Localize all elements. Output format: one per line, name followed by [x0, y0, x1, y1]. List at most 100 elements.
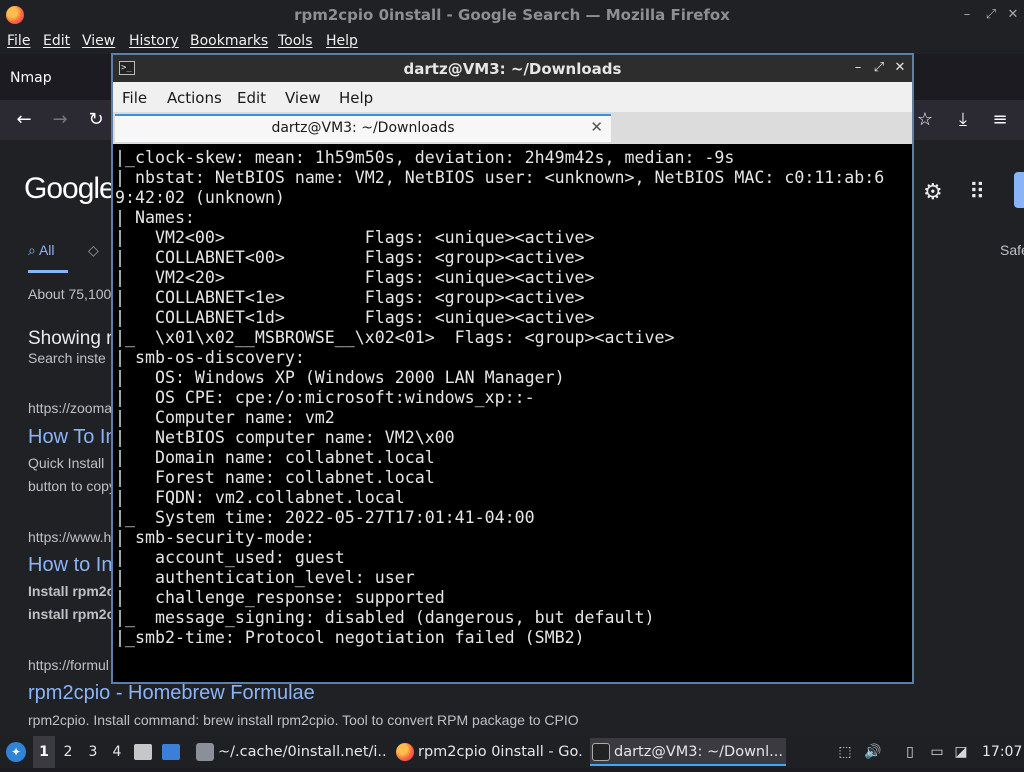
firefox-menubar: File Edit View History Bookmarks Tools H… — [0, 30, 1024, 54]
menu-bookmarks[interactable]: Bookmarks — [190, 33, 268, 49]
terminal-line: | OS: Windows XP (Windows 2000 LAN Manag… — [115, 368, 565, 387]
forward-icon[interactable]: → — [48, 108, 72, 132]
terminal-line: | smb-os-discovery: — [115, 348, 305, 367]
terminal-line: | smb-security-mode: — [115, 528, 315, 547]
menu-history[interactable]: History — [129, 33, 179, 49]
google-logo[interactable]: Google — [24, 172, 116, 206]
task-label: dartz@VM3: ~/Downl... — [614, 744, 783, 760]
terminal-line: |_ System time: 2022-05-27T17:01:41-04:0… — [115, 508, 535, 527]
show-desktop-icon[interactable] — [162, 736, 182, 768]
reload-icon[interactable]: ↻ — [84, 108, 108, 132]
app-menu-icon[interactable]: ≡ — [988, 108, 1012, 132]
task-label: ~/.cache/0install.net/i... — [218, 744, 386, 760]
downloads-icon[interactable]: ⤓ — [951, 108, 975, 132]
menu-view[interactable]: View — [82, 33, 115, 49]
terminal-icon — [592, 743, 610, 761]
firefox-titlebar: rpm2cpio 0install - Google Search — Mozi… — [0, 0, 1024, 30]
terminal-line: |_smb2-time: Protocol negotiation failed… — [115, 628, 585, 647]
terminal-tab[interactable]: dartz@VM3: ~/Downloads ✕ — [115, 114, 611, 142]
clock[interactable]: 17:07 — [982, 736, 1022, 768]
minimize-icon[interactable]: – — [850, 60, 866, 76]
terminal-line: | challenge_response: supported — [115, 588, 445, 607]
browser-tab[interactable]: Nmap — [0, 58, 110, 96]
maximize-icon[interactable]: ⤢ — [982, 6, 1000, 24]
folder-icon — [196, 743, 214, 761]
menu-file[interactable]: File — [7, 33, 30, 49]
terminal-window[interactable]: >_ dartz@VM3: ~/Downloads – ⤢ ✕ File Act… — [111, 53, 914, 684]
taskbar-task-terminal[interactable]: dartz@VM3: ~/Downl... — [590, 738, 786, 766]
clipboard-icon[interactable]: ▯ — [901, 744, 919, 760]
terminal-line: | VM2<00> Flags: <unique><active> — [115, 228, 595, 247]
sticky-icon[interactable]: ⬚ — [836, 744, 854, 760]
result-snippet: Quick Install — [28, 455, 105, 471]
result-snippet: Install rpm2c — [28, 583, 115, 599]
terminal-line: | Names: — [115, 208, 195, 227]
firefox-window-title: rpm2cpio 0install - Google Search — Mozi… — [294, 6, 730, 24]
bookmark-star-icon[interactable]: ☆ — [913, 108, 937, 132]
active-tab-indicator — [28, 270, 68, 273]
workspace-1[interactable]: 1 — [33, 736, 55, 768]
workspace-3[interactable]: 3 — [82, 736, 104, 768]
taskbar-task-filemanager[interactable]: ~/.cache/0install.net/i... — [194, 738, 386, 766]
workspace-2[interactable]: 2 — [57, 736, 79, 768]
start-menu-icon[interactable]: ✦ — [6, 736, 28, 768]
tag-icon[interactable]: ◇ — [88, 242, 99, 259]
terminal-line: | NetBIOS computer name: VM2\x00 — [115, 428, 455, 447]
task-label: rpm2cpio 0install - Go... — [418, 744, 584, 760]
terminal-line: |_ \x01\x02__MSBROWSE__\x02<01> Flags: <… — [115, 328, 675, 347]
result-title[interactable]: rpm2cpio - Homebrew Formulae — [28, 682, 315, 705]
close-icon[interactable]: ✕ — [892, 60, 908, 76]
menu-edit[interactable]: Edit — [237, 89, 266, 107]
terminal-output: |_clock-skew: mean: 1h59m50s, deviation:… — [115, 148, 884, 648]
apps-grid-icon[interactable]: ⠿ — [969, 180, 985, 205]
minimize-icon[interactable]: – — [958, 6, 976, 24]
menu-help[interactable]: Help — [326, 33, 358, 49]
workspace-4[interactable]: 4 — [106, 736, 128, 768]
network-icon[interactable]: ▭ — [928, 744, 946, 760]
result-url[interactable]: https://zooma — [28, 400, 112, 416]
menu-help[interactable]: Help — [339, 89, 373, 107]
back-icon[interactable]: ← — [12, 108, 36, 132]
menu-file[interactable]: File — [122, 89, 147, 107]
tab-close-icon[interactable]: ✕ — [590, 118, 603, 136]
terminal-line: | nbstat: NetBIOS name: VM2, NetBIOS use… — [115, 168, 885, 187]
result-url[interactable]: https://formul — [28, 657, 109, 673]
search-instead-link[interactable]: Search inste — [28, 350, 106, 366]
taskbar: ✦ 1 2 3 4 ~/.cache/0install.net/i... rpm… — [0, 736, 1024, 768]
terminal-line: | FQDN: vm2.collabnet.local — [115, 488, 405, 507]
showing-results-heading: Showing r — [28, 328, 113, 349]
terminal-menubar: File Actions Edit View Help — [113, 82, 912, 112]
terminal-tab-label: dartz@VM3: ~/Downloads — [271, 120, 455, 136]
terminal-output-area[interactable]: |_clock-skew: mean: 1h59m50s, deviation:… — [115, 146, 910, 682]
terminal-tabbar: dartz@VM3: ~/Downloads ✕ — [113, 112, 912, 144]
safesearch-label[interactable]: Safe — [1000, 242, 1024, 258]
menu-edit[interactable]: Edit — [43, 33, 70, 49]
sign-in-button[interactable] — [1014, 172, 1024, 208]
terminal-line: | Forest name: collabnet.local — [115, 468, 435, 487]
terminal-line: | authentication_level: user — [115, 568, 415, 587]
terminal-window-title: dartz@VM3: ~/Downloads — [403, 60, 622, 78]
volume-icon[interactable]: 🔊 — [864, 744, 882, 760]
terminal-line: | COLLABNET<1e> Flags: <group><active> — [115, 288, 585, 307]
terminal-line: | COLLABNET<1d> Flags: <unique><active> — [115, 308, 595, 327]
notification-icon[interactable]: ◪ — [952, 744, 970, 760]
result-stats: About 75,100 — [28, 286, 112, 302]
settings-gear-icon[interactable]: ⚙ — [923, 180, 943, 205]
menu-actions[interactable]: Actions — [167, 89, 222, 107]
search-icon: ⌕ — [28, 242, 36, 258]
terminal-line: | COLLABNET<00> Flags: <group><active> — [115, 248, 585, 267]
terminal-line: | account_used: guest — [115, 548, 345, 567]
file-manager-icon[interactable] — [134, 736, 154, 768]
terminal-titlebar[interactable]: >_ dartz@VM3: ~/Downloads – ⤢ ✕ — [113, 55, 912, 82]
menu-view[interactable]: View — [285, 89, 321, 107]
taskbar-task-firefox[interactable]: rpm2cpio 0install - Go... — [394, 738, 584, 766]
result-title[interactable]: How To In — [28, 426, 117, 449]
result-snippet: install rpm2c — [28, 606, 115, 622]
menu-tools[interactable]: Tools — [278, 33, 313, 49]
maximize-icon[interactable]: ⤢ — [871, 60, 887, 76]
close-icon[interactable]: ✕ — [1004, 6, 1022, 24]
result-title[interactable]: How to In — [28, 554, 112, 577]
terminal-line: | Computer name: vm2 — [115, 408, 335, 427]
result-url[interactable]: https://www.h — [28, 529, 111, 545]
tab-all[interactable]: ⌕ All — [28, 242, 55, 259]
